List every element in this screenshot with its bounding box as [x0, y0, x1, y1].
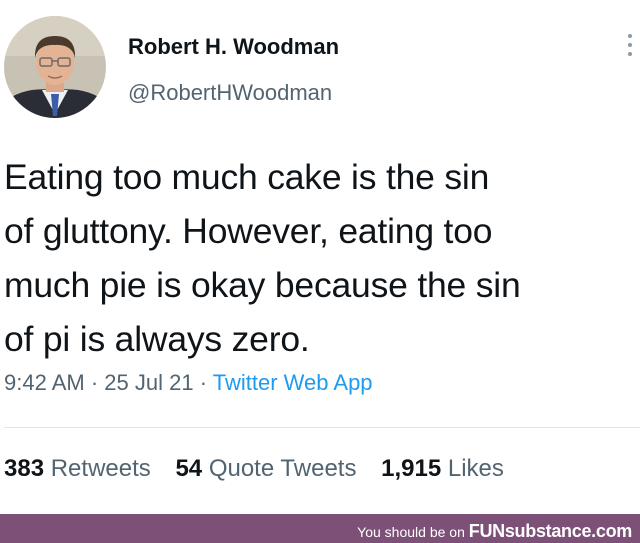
author-handle[interactable]: @RobertHWoodman [128, 80, 332, 106]
tweet-time[interactable]: 9:42 AM [4, 370, 85, 395]
tweet-stats: 383 Retweets 54 Quote Tweets 1,915 Likes [4, 455, 504, 483]
tweet-source-link[interactable]: Twitter Web App [213, 370, 373, 395]
watermark-brand: FUNsubstance.com [468, 521, 633, 541]
tweet-text: Eating too much cake is the sin of glutt… [4, 150, 634, 366]
retweets-label: Retweets [50, 455, 151, 482]
quote-tweets-stat[interactable]: 54 Quote Tweets [175, 455, 356, 483]
quote-tweets-label: Quote Tweets [208, 455, 357, 482]
vertical-dots-icon[interactable] [624, 34, 636, 64]
tweet-meta: 9:42 AM · 25 Jul 21 · Twitter Web App [4, 370, 373, 396]
author-display-name[interactable]: Robert H. Woodman [128, 34, 339, 60]
meta-separator: · [90, 370, 99, 395]
quote-tweets-count: 54 [175, 455, 203, 482]
watermark: You should be on FUNsubstance.com [357, 521, 632, 542]
retweets-count: 383 [4, 455, 45, 482]
tweet-date[interactable]: 25 Jul 21 [104, 370, 193, 395]
tweet-text-line: much pie is okay because the sin [4, 265, 521, 305]
meta-separator: · [199, 370, 208, 395]
avatar[interactable] [4, 16, 106, 118]
tweet-text-line: of gluttony. However, eating too [4, 211, 493, 251]
tweet-text-line: of pi is always zero. [4, 319, 310, 359]
divider [4, 427, 640, 428]
likes-stat[interactable]: 1,915 Likes [381, 455, 504, 483]
likes-label: Likes [447, 455, 504, 482]
watermark-prefix: You should be on [357, 524, 465, 540]
watermark-bar: You should be on FUNsubstance.com [0, 514, 640, 543]
tweet-card: Robert H. Woodman @RobertHWoodman Eating… [0, 0, 640, 514]
likes-count: 1,915 [381, 455, 442, 482]
tweet-text-line: Eating too much cake is the sin [4, 157, 490, 197]
retweets-stat[interactable]: 383 Retweets [4, 455, 151, 483]
profile-photo-icon [4, 16, 106, 118]
